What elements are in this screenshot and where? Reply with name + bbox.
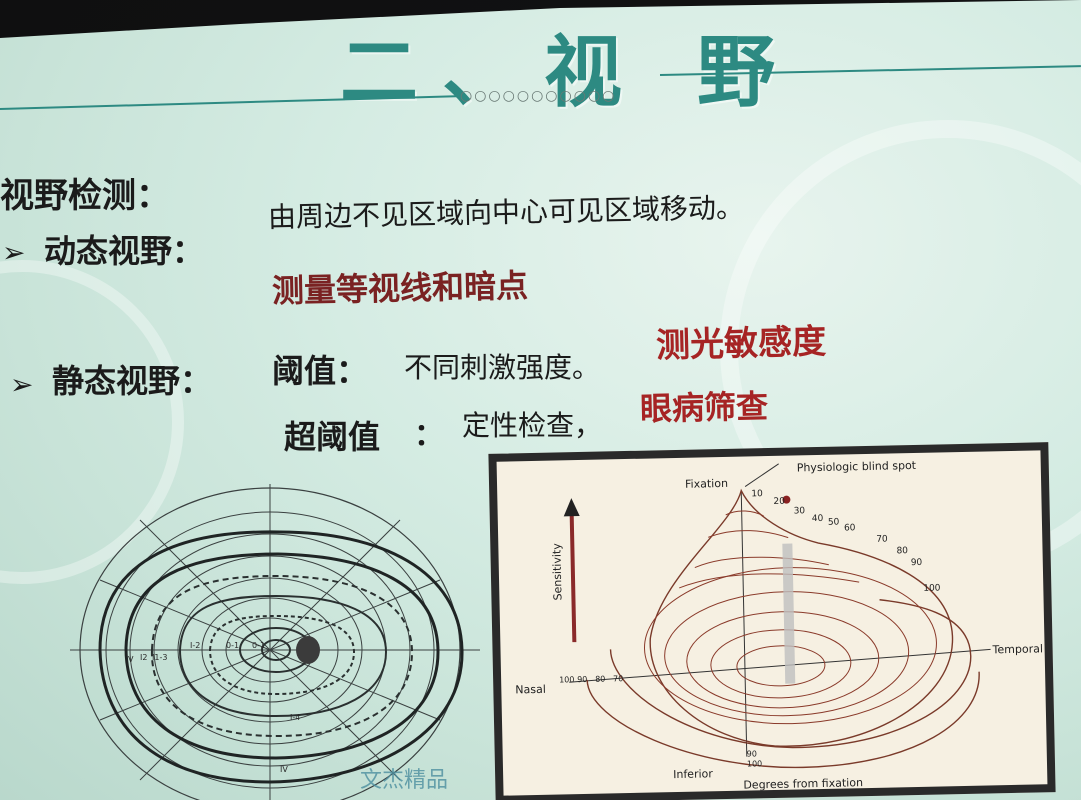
- svg-text:IV: IV: [280, 765, 288, 774]
- svg-text:0-1: 0-1: [252, 641, 265, 650]
- bullet-arrow-icon: ➢: [2, 236, 26, 269]
- section-heading: 视野检测：: [0, 176, 170, 216]
- kinetic-label: 动态视野：: [44, 232, 205, 270]
- kinetic-description: 由周边不见区域向中心可见区域移动。: [267, 191, 745, 234]
- decor-dots: ○○○○○○○○○○○: [460, 88, 617, 104]
- upper-tick-label: 20: [773, 497, 785, 507]
- svg-text:I-2: I-2: [190, 641, 200, 650]
- svg-text:I1-3: I1-3: [152, 653, 167, 662]
- nasal-tick-label: 100: [559, 675, 574, 684]
- sensitivity-label: Sensitivity: [550, 543, 564, 601]
- suprathreshold-measure: 眼病筛查: [639, 387, 769, 428]
- page-title: 二、视 野: [340, 28, 800, 118]
- nasal-tick-label: 80: [595, 675, 605, 684]
- fixation-label: Fixation: [685, 477, 728, 491]
- kinetic-measure: 测量等视线和暗点: [271, 266, 529, 310]
- upper-tick-label: 30: [794, 506, 806, 516]
- nasal-tick-label: 90: [577, 675, 587, 684]
- static-label: 静态视野：: [52, 362, 213, 400]
- threshold-label: 阈值：: [272, 352, 369, 390]
- upper-tick-label: 70: [876, 535, 888, 545]
- island-of-vision-diagram: Fixation Physiologic blind spot Sensitiv…: [515, 459, 1043, 792]
- nasal-label: Nasal: [515, 683, 546, 697]
- blind-spot-label: Physiologic blind spot: [797, 459, 917, 475]
- temporal-label: Temporal: [991, 642, 1043, 656]
- suprathreshold-label: 超阈值: [284, 418, 381, 456]
- svg-text:0-1: 0-1: [226, 641, 239, 650]
- inferior-label: Inferior: [673, 767, 713, 781]
- svg-text:V: V: [128, 655, 134, 664]
- suprathreshold-description: 定性检查，: [462, 409, 603, 442]
- upper-tick-label: 80: [896, 546, 908, 556]
- inferior-tick-label: 90: [747, 749, 757, 758]
- nasal-tick-label: 70: [613, 674, 623, 683]
- watermark-text: 文杰精品: [360, 768, 449, 793]
- slide: 二、视 野 ○○○○○○○○○○○ 视野检测： ➢ 动态视野： 由周边不见区域向…: [0, 0, 1081, 800]
- upper-tick-label: 100: [923, 583, 941, 593]
- upper-tick-label: 40: [812, 514, 824, 524]
- inferior-tick-label: 100: [747, 759, 762, 768]
- hill-of-vision-figure: Fixation Physiologic blind spot Sensitiv…: [488, 442, 1056, 800]
- upper-tick-label: 50: [828, 518, 840, 528]
- threshold-description: 不同刺激强度。: [404, 351, 601, 384]
- suprathreshold-colon: ：: [414, 418, 444, 453]
- upper-tick-label: 60: [844, 523, 856, 533]
- goldmann-perimetry-chart: V I2 I1-3 I-2 0-1 0-1 I-4 IV: [70, 484, 480, 800]
- bullet-arrow-icon: ➢: [10, 368, 34, 401]
- upper-tick-label: 90: [911, 558, 923, 568]
- threshold-measure: 测光敏感度: [655, 321, 827, 366]
- upper-tick-label: 10: [751, 489, 763, 499]
- svg-text:I2: I2: [140, 653, 147, 662]
- svg-text:I-4: I-4: [290, 713, 300, 722]
- degrees-label: Degrees from fixation: [743, 776, 863, 792]
